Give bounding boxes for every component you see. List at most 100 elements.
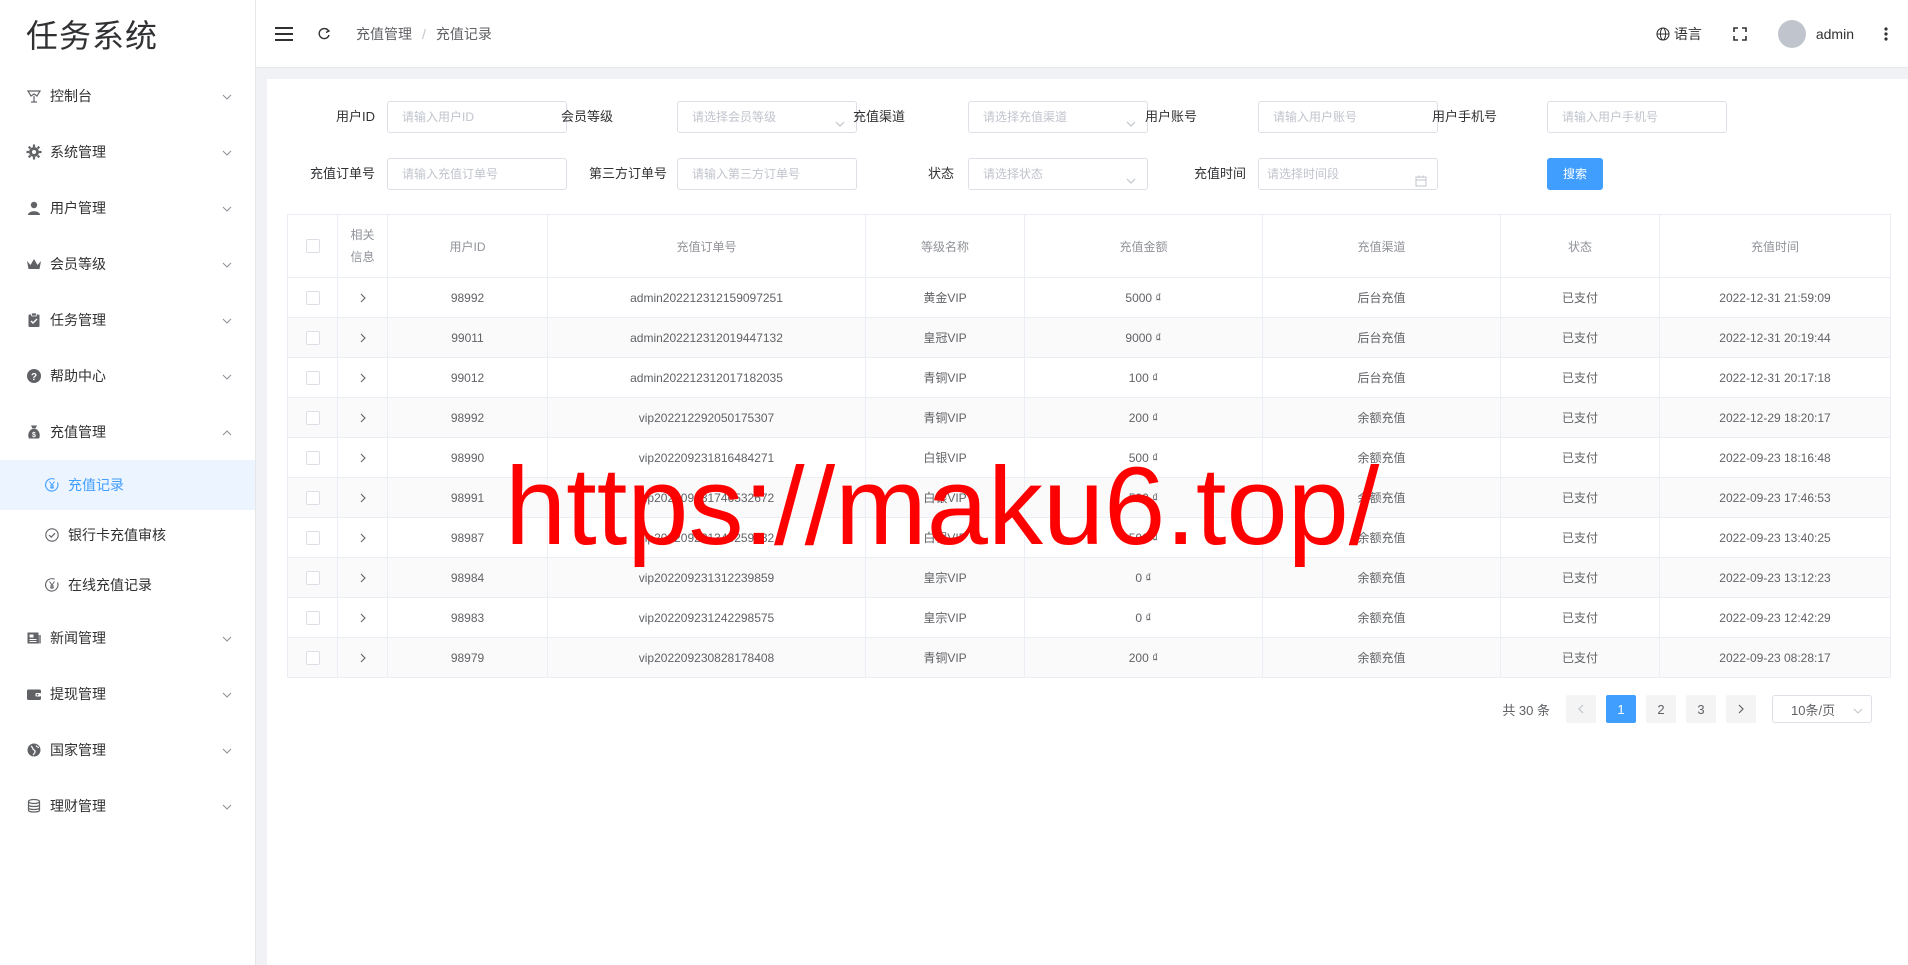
refresh-icon[interactable] — [314, 24, 334, 44]
clipboard-icon — [26, 312, 42, 328]
cell-channel: 余额充值 — [1262, 597, 1501, 638]
page-button-1[interactable]: 1 — [1606, 695, 1636, 723]
cell-order-no: vip202209231242298575 — [547, 597, 866, 638]
cell-channel: 余额充值 — [1262, 637, 1501, 678]
row-checkbox[interactable] — [305, 490, 320, 505]
row-expand-cell — [337, 357, 388, 398]
next-page-button[interactable] — [1726, 695, 1756, 723]
cell-amount: 5000 ₫ — [1024, 277, 1263, 318]
page-size-label: 10条/页 — [1791, 702, 1836, 718]
select-all-checkbox[interactable] — [305, 239, 320, 254]
sidebar-subitem-label: 在线充值记录 — [68, 577, 152, 593]
cell-status: 已支付 — [1500, 397, 1660, 438]
chevron-down-icon — [221, 146, 233, 158]
chevron-right-icon[interactable] — [357, 572, 369, 584]
breadcrumb: 充值管理 / 充值记录 — [356, 24, 492, 44]
sidebar-item-label: 新闻管理 — [50, 630, 106, 646]
table-row[interactable]: 99012 admin202212312017182035 青铜VIP 100 ₫ 后台… — [287, 357, 1891, 398]
row-checkbox[interactable] — [305, 330, 320, 345]
cell-channel: 后台充值 — [1262, 317, 1501, 358]
cell-status: 已支付 — [1500, 637, 1660, 678]
sidebar-item-0[interactable]: 控制台 — [0, 68, 255, 124]
page-size-select[interactable]: 10条/页 — [1772, 695, 1872, 723]
cell-status: 已支付 — [1500, 277, 1660, 318]
fullscreen-icon[interactable] — [1730, 24, 1750, 44]
table-row[interactable]: 98983 vip202209231242298575 皇宗VIP 0 ₫ 余额充值 已支… — [287, 597, 1891, 638]
row-select-cell — [287, 517, 338, 558]
sidebar-item-2[interactable]: 用户管理 — [0, 180, 255, 236]
menu-toggle-icon[interactable] — [274, 24, 294, 44]
cell-amount: 100 ₫ — [1024, 357, 1263, 398]
account-label: 用户账号 — [1144, 109, 1197, 124]
row-select-cell — [287, 277, 338, 318]
page-button-3[interactable]: 3 — [1686, 695, 1716, 723]
pagination: 共 30 条 123 10条/页 — [1502, 695, 1872, 723]
sidebar-subitem-2[interactable]: 在线充值记录 — [0, 560, 255, 610]
table-row[interactable]: 98992 vip202212292050175307 青铜VIP 200 ₫ 余额充值… — [287, 397, 1891, 438]
member-level-label: 会员等级 — [560, 109, 613, 124]
sidebar-item-label: 国家管理 — [50, 742, 106, 758]
sidebar-item-10[interactable]: 理财管理 — [0, 778, 255, 834]
chevron-right-icon[interactable] — [357, 452, 369, 464]
chevron-right-icon[interactable] — [357, 612, 369, 624]
page-button-2[interactable]: 2 — [1646, 695, 1676, 723]
cell-time: 2022-09-23 18:16:48 — [1659, 437, 1891, 478]
username[interactable]: admin — [1816, 26, 1854, 42]
sidebar-item-5[interactable]: ? 帮助中心 — [0, 348, 255, 404]
language-switch[interactable]: 语言 — [1656, 24, 1702, 44]
chevron-up-icon — [221, 426, 233, 438]
chevron-right-icon[interactable] — [357, 492, 369, 504]
sidebar-item-3[interactable]: 会员等级 — [0, 236, 255, 292]
row-expand-cell — [337, 317, 388, 358]
row-select-cell — [287, 477, 338, 518]
prev-page-button[interactable] — [1566, 695, 1596, 723]
avatar[interactable] — [1777, 20, 1806, 48]
more-vertical-icon[interactable] — [1876, 24, 1896, 44]
sidebar-item-4[interactable]: 任务管理 — [0, 292, 255, 348]
sidebar-subitem-label: 银行卡充值审核 — [68, 527, 166, 543]
cell-amount: 200 ₫ — [1024, 397, 1263, 438]
sidebar-item-1[interactable]: 系统管理 — [0, 124, 255, 180]
check-circle-icon — [44, 527, 60, 543]
row-checkbox[interactable] — [305, 370, 320, 385]
row-checkbox[interactable] — [305, 410, 320, 425]
row-expand-cell — [337, 637, 388, 678]
table-row[interactable]: 98979 vip202209230828178408 青铜VIP 200 ₫ 余额充值… — [287, 637, 1891, 678]
cell-amount: 0 ₫ — [1024, 597, 1263, 638]
row-checkbox[interactable] — [305, 570, 320, 585]
cell-time: 2022-09-23 17:46:53 — [1659, 477, 1891, 518]
cell-user-id: 99011 — [387, 317, 548, 358]
cell-status: 已支付 — [1500, 437, 1660, 478]
chevron-left-icon — [1578, 704, 1584, 714]
phone-input[interactable]: 请输入用户手机号 — [1547, 101, 1727, 133]
row-checkbox[interactable] — [305, 610, 320, 625]
row-checkbox[interactable] — [305, 290, 320, 305]
chevron-right-icon[interactable] — [357, 372, 369, 384]
cell-order-no: vip202209230828178408 — [547, 637, 866, 678]
chevron-right-icon[interactable] — [357, 652, 369, 664]
row-select-cell — [287, 317, 338, 358]
sidebar-item-6[interactable]: $ 充值管理 — [0, 404, 255, 460]
search-button[interactable]: 搜索 — [1547, 158, 1603, 190]
column-header-level: 等级名称 — [865, 214, 1025, 278]
sidebar-item-8[interactable]: 提现管理 — [0, 666, 255, 722]
globe-icon — [1656, 27, 1670, 41]
time-range-picker[interactable]: 请选择时间段 — [1258, 158, 1438, 190]
chevron-right-icon[interactable] — [357, 332, 369, 344]
table-row[interactable]: 98992 admin202212312159097251 黄金VIP 5000 ₫ 后… — [287, 277, 1891, 318]
chevron-right-icon[interactable] — [357, 532, 369, 544]
sidebar-item-7[interactable]: 新闻管理 — [0, 610, 255, 666]
table-row[interactable]: 99011 admin202212312019447132 皇冠VIP 9000 ₫ 后… — [287, 317, 1891, 358]
chevron-down-icon — [221, 688, 233, 700]
breadcrumb-item-recharge-management[interactable]: 充值管理 — [356, 24, 412, 44]
sidebar-subitem-1[interactable]: 银行卡充值审核 — [0, 510, 255, 560]
cell-time: 2022-09-23 08:28:17 — [1659, 637, 1891, 678]
chevron-down-icon — [221, 202, 233, 214]
chevron-right-icon[interactable] — [357, 292, 369, 304]
chevron-right-icon[interactable] — [357, 412, 369, 424]
sidebar-subitem-0[interactable]: 充值记录 — [0, 460, 255, 510]
row-checkbox[interactable] — [305, 650, 320, 665]
row-checkbox[interactable] — [305, 530, 320, 545]
row-checkbox[interactable] — [305, 450, 320, 465]
sidebar-item-9[interactable]: 国家管理 — [0, 722, 255, 778]
